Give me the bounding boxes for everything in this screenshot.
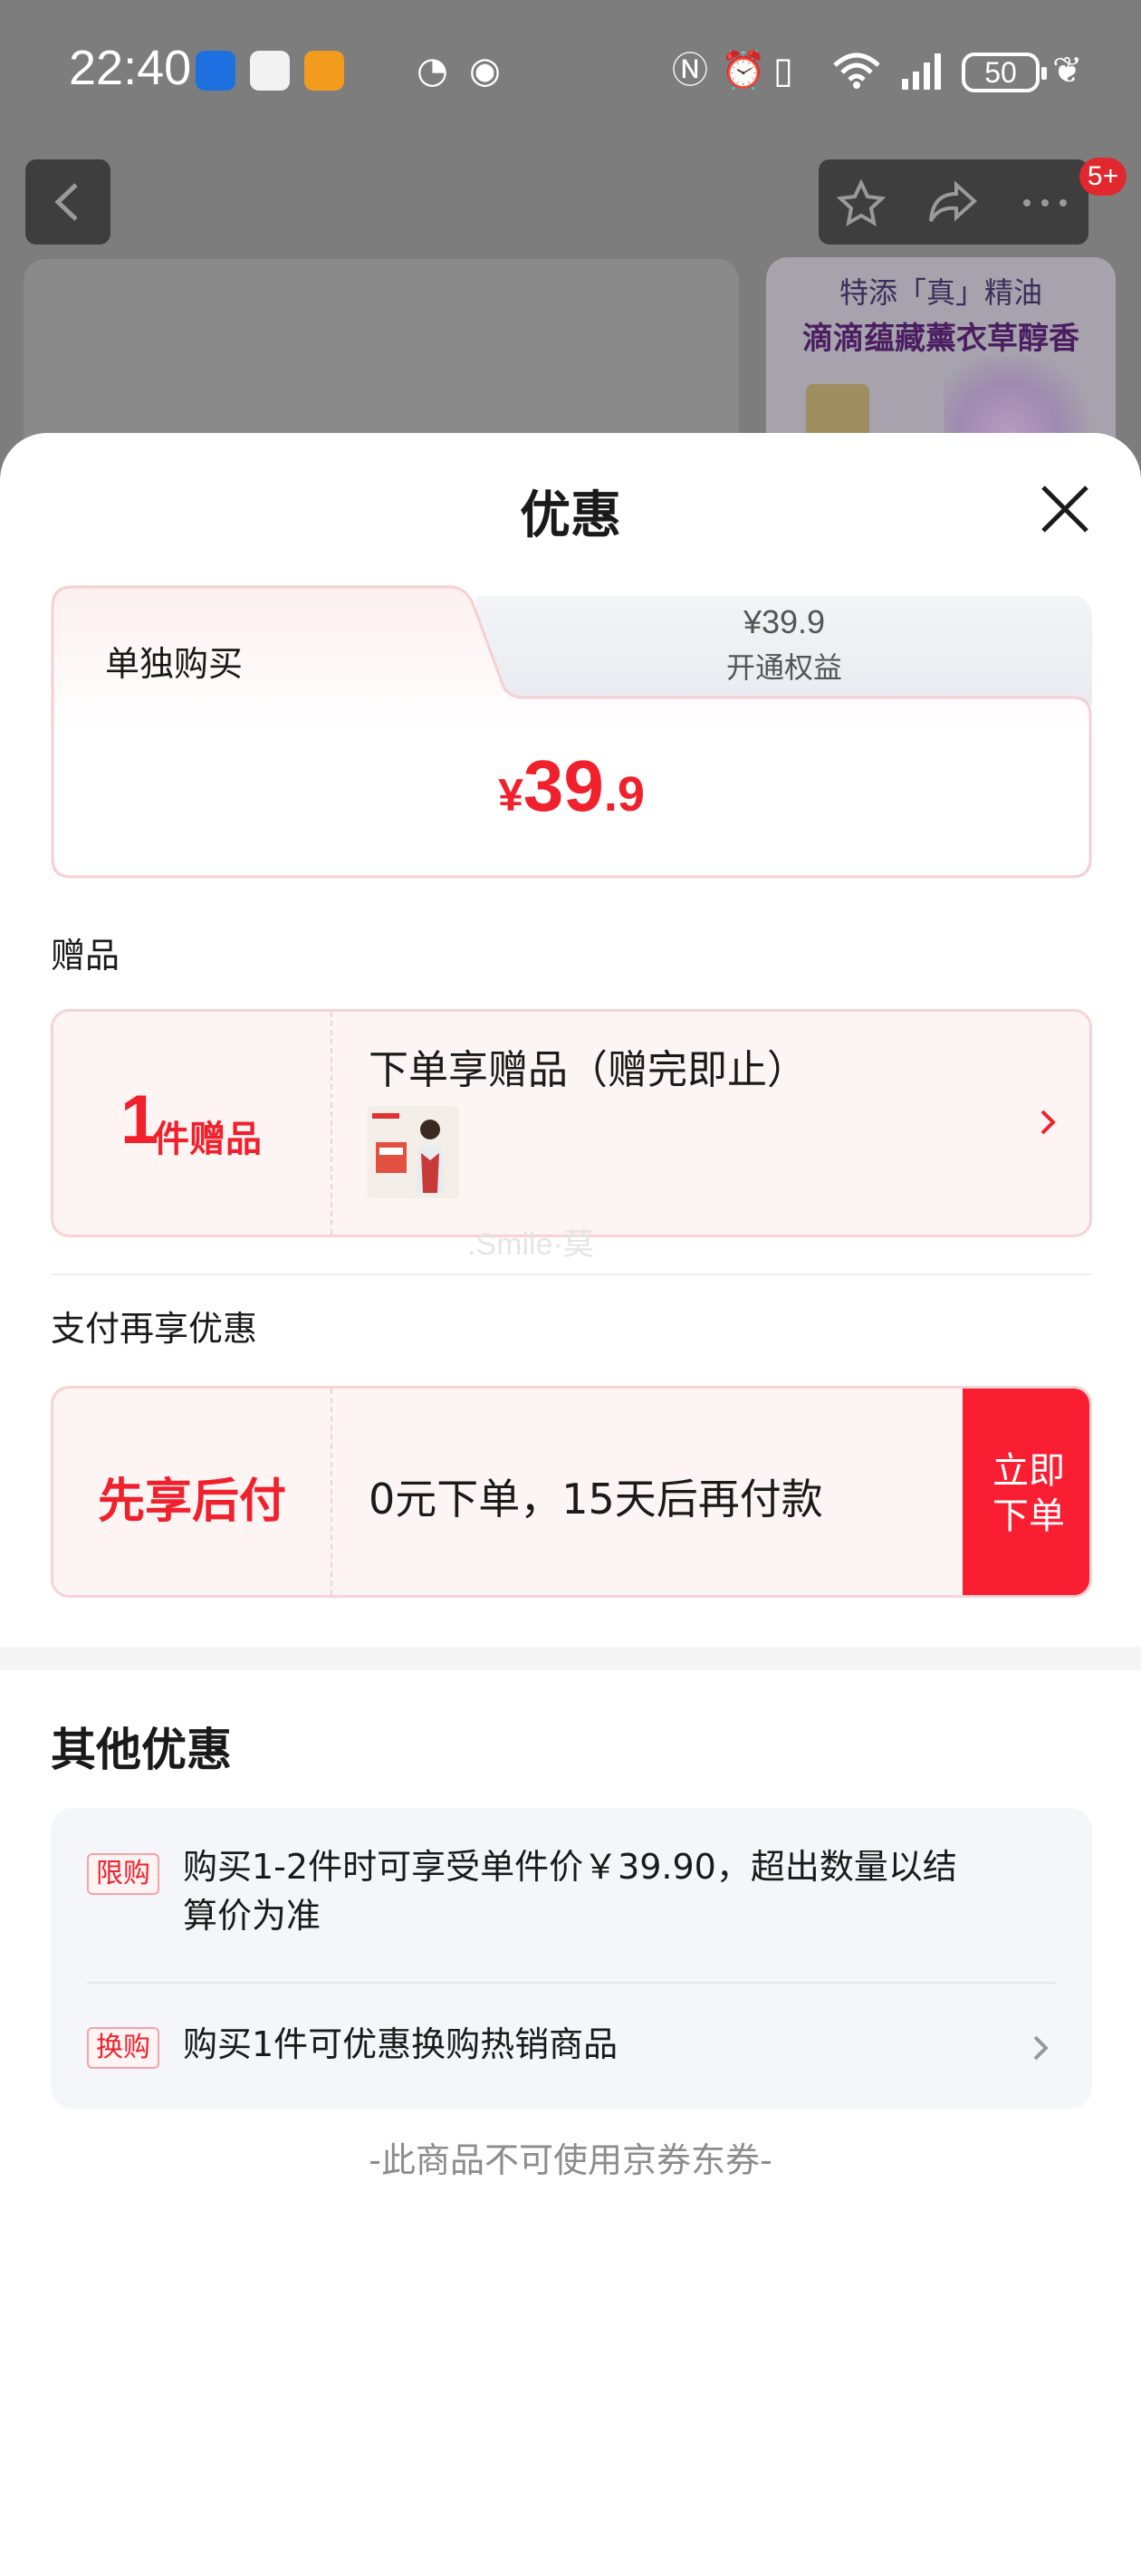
app-notification-icon [250,51,290,91]
app-notification-icon [304,51,344,91]
price-decimal: .9 [603,767,645,822]
nav-actions [819,159,1088,245]
data-saver-icon: ◔ [417,50,448,91]
pay-section-label: 支付再享优惠 [51,1309,258,1349]
status-time: 22:40 [69,41,192,95]
price-integer: 39 [523,745,604,826]
limit-tag: 限购 [87,1853,159,1895]
order-now-line1: 立即 [992,1450,1065,1492]
tab-outline [51,585,1092,879]
vibrate-icon: ▯ [773,50,794,91]
close-icon[interactable] [1032,476,1098,542]
limit-text-line1: 购买1-2件时可享受单件价￥39.90，超出数量以结 [183,1847,957,1887]
chevron-right-icon [1040,1110,1056,1135]
gift-product-image [367,1106,459,1198]
price-currency: ¥ [498,770,523,821]
app-notification-icon [196,51,235,91]
purchase-option-tabs: ¥39.9 开通权益 单独购买 ¥39.9 [51,585,1092,879]
cart-count-badge: 5+ [1079,158,1127,196]
share-icon[interactable] [925,179,980,226]
divider [51,1274,1092,1275]
gift-card[interactable]: 1 件赠品 下单享赠品（赠完即止） [51,1009,1092,1237]
promo-line2: 滴滴蕴藏薰衣草醇香 [802,321,1079,357]
gift-count-panel: 1 件赠品 [53,1012,332,1235]
tab-solo-purchase[interactable]: 单独购买 [105,636,243,686]
pay-later-desc: 0元下单，15天后再付款 [369,1475,823,1523]
exchange-tag: 换购 [87,2027,159,2069]
gift-count-label: 件赠品 [153,1119,262,1160]
back-button[interactable] [25,159,110,245]
coupon-restriction-note: -此商品不可使用京券东券- [369,2140,772,2180]
selected-price: ¥39.9 [51,745,1092,828]
exchange-offer-item[interactable]: 购买1件可优惠换购热销商品 [183,2020,618,2069]
pay-later-label: 先享后付 [97,1475,286,1529]
signal-icon [902,53,941,90]
eye-icon: ◉ [469,50,501,91]
star-icon[interactable] [837,179,886,226]
gift-section-label: 赠品 [51,936,120,976]
battery-icon: 50 [962,53,1047,92]
alarm-icon: ⏰ [721,50,766,91]
limit-text-line2: 算价为准 [183,1896,321,1936]
order-now-line2: 下单 [992,1495,1065,1537]
promo-line1: 特添「真」精油 [839,275,1042,310]
other-offers-list: 限购 购买1-2件时可享受单件价￥39.90，超出数量以结 算价为准 换购 购买… [51,1808,1092,2109]
more-icon[interactable] [1020,179,1070,226]
background-product-page: 22:40 ◔ ◉ Ⓝ ⏰ ▯ 50 ❦ 5+ 特添「真」精油 滴滴蕴藏薰衣草醇… [0,0,1141,531]
nfc-icon: Ⓝ [672,50,708,91]
other-offers-title: 其他优惠 [51,1724,232,1776]
divider [87,1982,1056,1984]
chevron-left-icon [54,183,78,221]
gift-thumbnail[interactable] [367,1106,459,1198]
discount-sheet: 优惠 ¥39.9 开通权益 单独购买 ¥39.9 赠品 1 件赠品 下单享赠品（… [0,433,1141,2576]
leaf-icon: ❦ [1052,50,1083,91]
list-item: 购买1-2件时可享受单件价￥39.90，超出数量以结 算价为准 [183,1842,957,1940]
sheet-title: 优惠 [520,486,621,545]
status-bar: 22:40 ◔ ◉ Ⓝ ⏰ ▯ 50 ❦ [0,0,1141,145]
order-now-button[interactable]: 立即 下单 [963,1389,1089,1595]
section-separator [0,1647,1141,1670]
wifi-icon [833,53,880,89]
chevron-right-icon[interactable] [1031,2033,1050,2063]
gift-title: 下单享赠品（赠完即止） [369,1047,807,1093]
pay-later-panel: 先享后付 [53,1389,332,1595]
watermark: .Smile·莫 [467,1227,594,1262]
pay-later-card: 先享后付 0元下单，15天后再付款 立即 下单 [51,1386,1092,1598]
